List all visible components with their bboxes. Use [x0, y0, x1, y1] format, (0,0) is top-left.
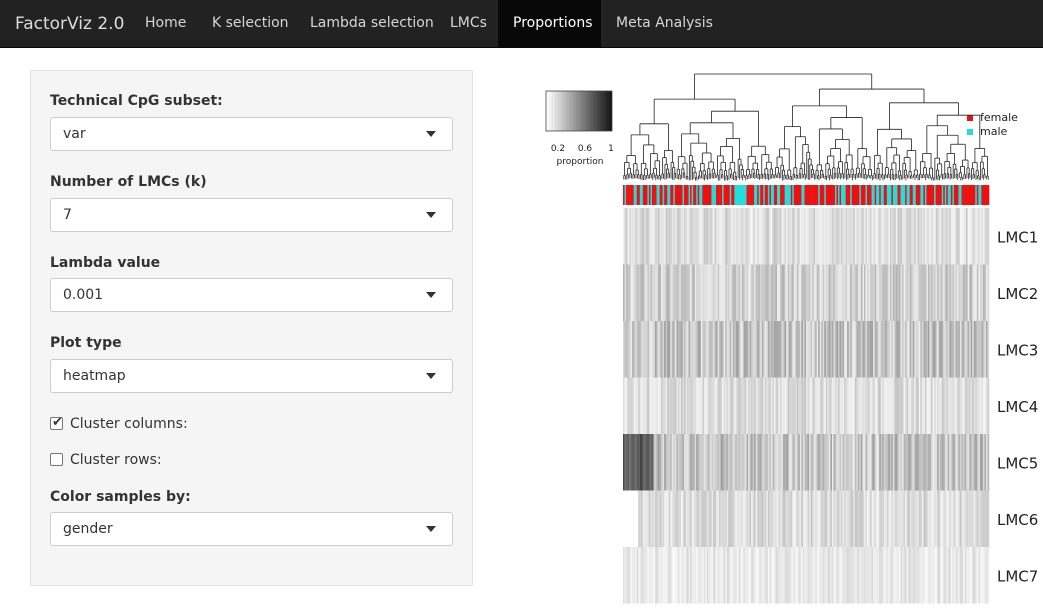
nav-k-selection[interactable]: K selection [197, 0, 304, 47]
heatmap-cell [987, 434, 990, 491]
annotation-cell [987, 185, 990, 205]
row-label: LMC7 [997, 567, 1038, 585]
heatmap-cell [987, 264, 990, 321]
check-icon: ✔ [52, 415, 63, 430]
proportions-plot: 0.2 0.6 1 proportion female male LMC1 LMC… [540, 60, 1043, 608]
nav-lambda-selection[interactable]: Lambda selection [295, 0, 449, 47]
cluster-columns-checkbox[interactable]: ✔ [50, 415, 63, 430]
legend-swatch-male [967, 129, 973, 135]
k-select[interactable]: 7 [50, 198, 453, 232]
chevron-down-icon [426, 526, 436, 532]
k-value: 7 [63, 207, 72, 223]
cpg-subset-label: Technical CpG subset: [50, 93, 223, 109]
cluster-columns-label[interactable]: Cluster columns: [70, 416, 188, 432]
heatmap-cell [987, 490, 990, 547]
heatmap-body [623, 208, 990, 604]
k-label: Number of LMCs (k) [50, 174, 207, 190]
cluster-rows-label[interactable]: Cluster rows: [70, 452, 162, 468]
row-label: LMC4 [997, 398, 1038, 416]
cluster-rows-checkbox[interactable] [50, 453, 63, 466]
lambda-value: 0.001 [63, 287, 104, 303]
row-label: LMC3 [997, 341, 1038, 359]
row-label: LMC2 [997, 285, 1038, 303]
row-labels: LMC1 LMC2 LMC3 LMC4 LMC5 LMC6 LMC7 [997, 228, 1038, 585]
nav-home[interactable]: Home [130, 0, 201, 47]
plot-type-select[interactable]: heatmap [50, 359, 453, 393]
chevron-down-icon [426, 373, 436, 379]
legend-swatch-female [967, 115, 973, 121]
color-by-select[interactable]: gender [50, 512, 453, 546]
chevron-down-icon [426, 212, 436, 218]
row-label: LMC5 [997, 454, 1038, 472]
row-label: LMC1 [997, 228, 1038, 246]
color-scale: 0.2 0.6 1 proportion [545, 90, 614, 167]
color-by-label: Color samples by: [50, 489, 191, 505]
nav-meta-analysis[interactable]: Meta Analysis [601, 0, 728, 47]
heatmap-cell [987, 547, 990, 604]
brand-title[interactable]: FactorViz 2.0 [15, 0, 124, 48]
cpg-subset-select[interactable]: var [50, 117, 453, 151]
sidebar-panel: Technical CpG subset: var Number of LMCs… [30, 70, 473, 586]
heatmap-svg: 0.2 0.6 1 proportion female male LMC1LMC… [545, 73, 1038, 604]
navbar: FactorViz 2.0 Home K selection Lambda se… [0, 0, 1043, 48]
heatmap-cell [987, 208, 990, 265]
lambda-label: Lambda value [50, 255, 161, 271]
column-dendrogram [623, 73, 989, 181]
legend-label-male: male [980, 125, 1008, 138]
scale-tick-label: 1 [608, 144, 614, 154]
chevron-down-icon [426, 131, 436, 137]
row-label: LMC6 [997, 511, 1038, 529]
color-by-value: gender [63, 521, 113, 537]
nav-proportions[interactable]: Proportions [498, 0, 601, 47]
heatmap-cell [987, 321, 990, 378]
scale-tick-label: 0.6 [578, 144, 593, 154]
plot-type-label: Plot type [50, 335, 122, 351]
heatmap-cell [987, 377, 990, 434]
plot-type-value: heatmap [63, 368, 126, 384]
nav-lmcs[interactable]: LMCs [435, 0, 502, 47]
gender-annotation-bar [623, 185, 990, 205]
chevron-down-icon [426, 292, 436, 298]
lambda-select[interactable]: 0.001 [50, 278, 453, 312]
legend-label-female: female [980, 111, 1018, 124]
scale-tick-label: 0.2 [551, 144, 565, 154]
scale-title: proportion [557, 157, 604, 167]
cpg-subset-value: var [63, 126, 86, 142]
